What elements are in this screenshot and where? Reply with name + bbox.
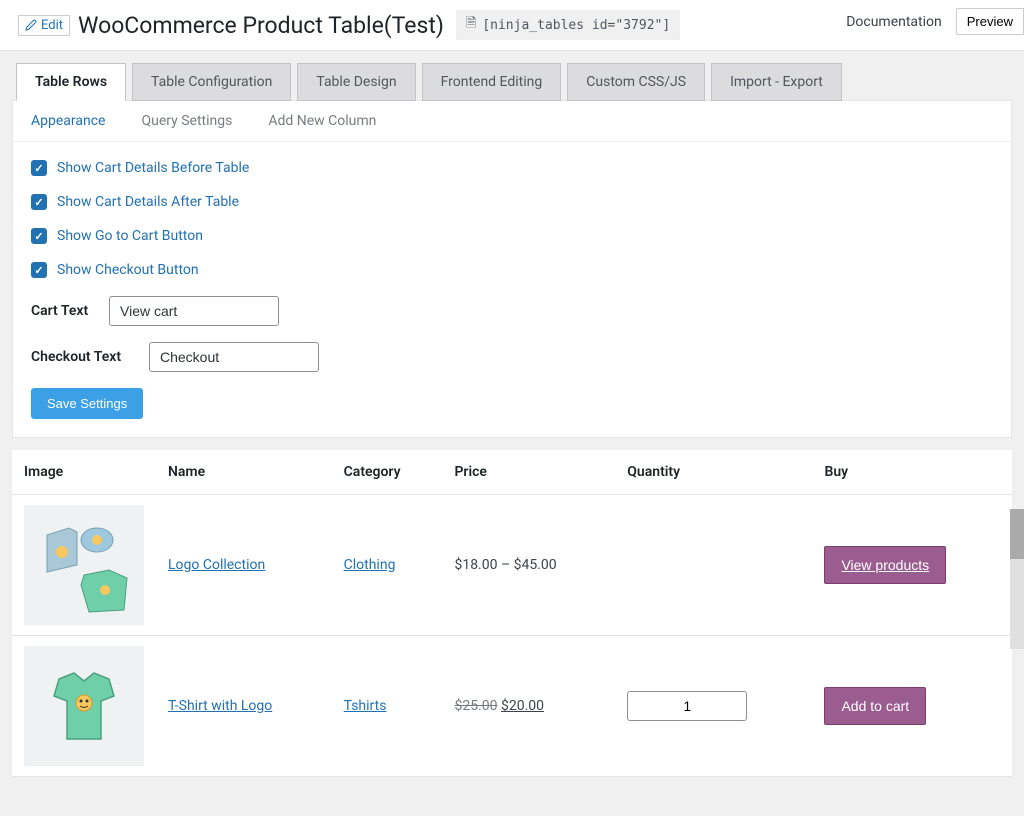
checkbox-show-checkout[interactable] [31, 262, 47, 278]
tab-frontend-editing[interactable]: Frontend Editing [422, 63, 562, 101]
preview-button[interactable]: Preview [956, 8, 1024, 35]
col-buy[interactable]: Buy [812, 450, 1012, 495]
add-to-cart-button[interactable]: Add to cart [824, 687, 926, 725]
subtab-add-new-column[interactable]: Add New Column [250, 101, 394, 141]
tab-table-design[interactable]: Table Design [297, 63, 415, 101]
col-category[interactable]: Category [332, 450, 443, 495]
edit-label: Edit [41, 18, 63, 33]
scrollbar-thumb[interactable] [1010, 509, 1024, 559]
product-new-price: $20.00 [501, 698, 544, 714]
pencil-icon [25, 19, 37, 31]
view-products-button[interactable]: View products [824, 546, 946, 584]
product-image[interactable] [24, 646, 144, 766]
label-show-go-to-cart[interactable]: Show Go to Cart Button [57, 228, 203, 244]
label-show-checkout[interactable]: Show Checkout Button [57, 262, 199, 278]
collection-thumbnail-icon [29, 510, 139, 620]
checkout-text-label: Checkout Text [31, 349, 131, 365]
product-name-link[interactable]: Logo Collection [168, 557, 265, 573]
main-tabs: Table Rows Table Configuration Table Des… [0, 63, 1024, 101]
product-price: $18.00 – $45.00 [454, 557, 556, 573]
subtab-query-settings[interactable]: Query Settings [123, 101, 250, 141]
col-price[interactable]: Price [442, 450, 615, 495]
table-row: Logo Collection Clothing $18.00 – $45.00… [12, 495, 1012, 636]
tab-table-configuration[interactable]: Table Configuration [132, 63, 291, 101]
col-quantity[interactable]: Quantity [615, 450, 812, 495]
tab-custom-css-js[interactable]: Custom CSS/JS [567, 63, 705, 101]
document-icon: 🗎 [466, 14, 476, 36]
product-table: Image Name Category Price Quantity Buy [12, 450, 1012, 777]
product-category-link[interactable]: Clothing [344, 557, 396, 573]
table-scrollbar[interactable] [1010, 509, 1024, 649]
subtab-appearance[interactable]: Appearance [13, 101, 123, 141]
documentation-link[interactable]: Documentation [846, 14, 942, 30]
quantity-input[interactable] [627, 691, 747, 721]
checkbox-show-cart-after[interactable] [31, 194, 47, 210]
sub-tabs: Appearance Query Settings Add New Column [13, 101, 1011, 142]
product-strike-price: $25.00 [454, 698, 497, 714]
shortcode-pill[interactable]: 🗎 [ninja_tables id="3792"] [456, 10, 680, 40]
checkout-text-input[interactable] [149, 342, 319, 372]
cart-text-input[interactable] [109, 296, 279, 326]
tshirt-thumbnail-icon [29, 651, 139, 761]
product-category-link[interactable]: Tshirts [344, 698, 387, 714]
checkbox-show-go-to-cart[interactable] [31, 228, 47, 244]
checkbox-show-cart-before[interactable] [31, 160, 47, 176]
tab-table-rows[interactable]: Table Rows [16, 63, 126, 101]
page-header: Edit WooCommerce Product Table(Test) 🗎 [… [0, 0, 1024, 51]
product-image[interactable] [24, 505, 144, 625]
table-row: T-Shirt with Logo Tshirts $25.00 $20.00 … [12, 636, 1012, 777]
page-title: WooCommerce Product Table(Test) [78, 12, 444, 39]
shortcode-text: [ninja_tables id="3792"] [482, 18, 670, 33]
product-name-link[interactable]: T-Shirt with Logo [168, 698, 272, 714]
settings-panel: Appearance Query Settings Add New Column… [12, 100, 1012, 438]
label-show-cart-before[interactable]: Show Cart Details Before Table [57, 160, 249, 176]
label-show-cart-after[interactable]: Show Cart Details After Table [57, 194, 239, 210]
cart-text-label: Cart Text [31, 303, 91, 319]
col-name[interactable]: Name [156, 450, 332, 495]
tab-import-export[interactable]: Import - Export [711, 63, 842, 101]
save-settings-button[interactable]: Save Settings [31, 388, 143, 419]
col-image[interactable]: Image [12, 450, 156, 495]
edit-button[interactable]: Edit [18, 15, 70, 36]
